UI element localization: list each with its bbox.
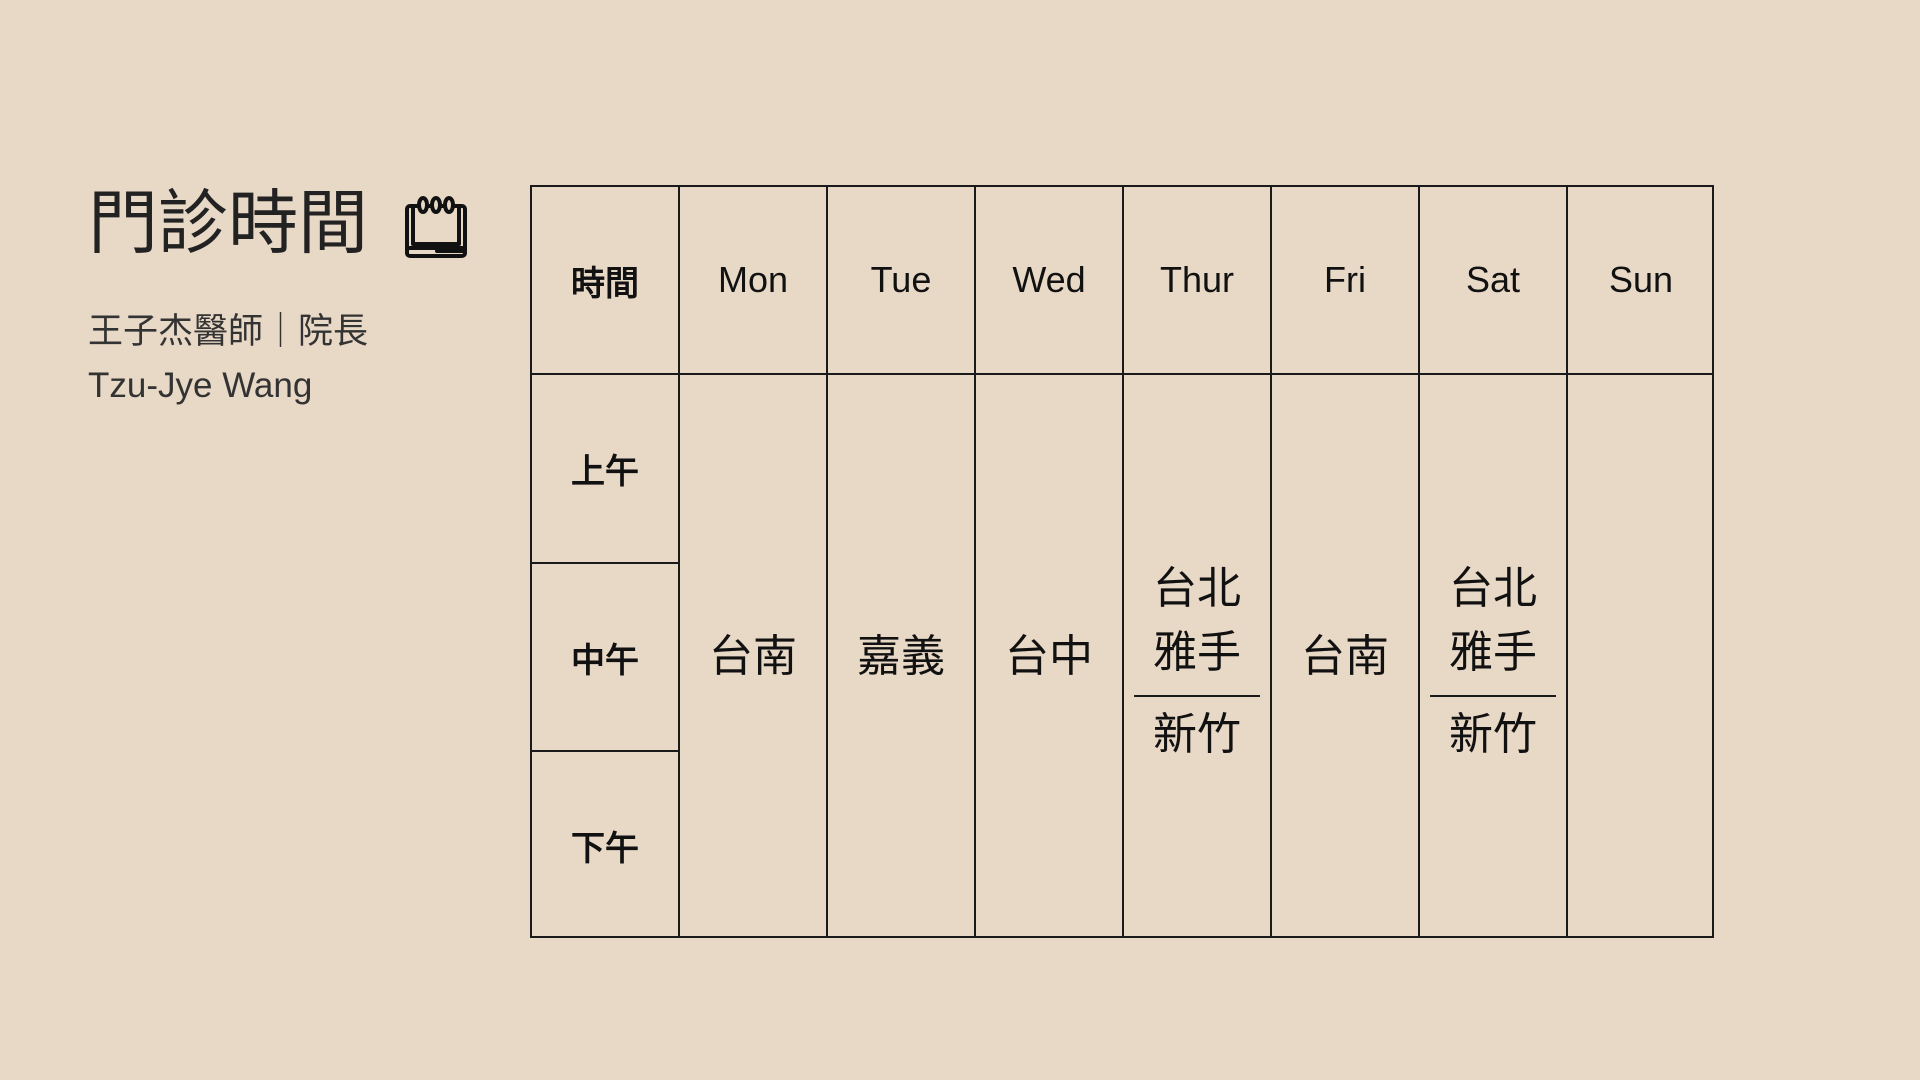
day-header-wed: Wed bbox=[1012, 259, 1086, 300]
sat-upper-line2: 雅手 bbox=[1449, 626, 1537, 678]
doctor-name-en: Tzu-Jye Wang bbox=[88, 366, 313, 405]
mon-location: 台南 bbox=[709, 630, 797, 682]
period-afternoon: 下午 bbox=[571, 828, 639, 869]
thur-lower: 新竹 bbox=[1153, 708, 1241, 760]
thur-entry: 台北 雅手 新竹 bbox=[1124, 375, 1270, 938]
wed-location: 台中 bbox=[1005, 630, 1093, 682]
day-header-thur: Thur bbox=[1159, 259, 1235, 300]
corner-header: 時間 bbox=[571, 263, 639, 304]
day-header-sun: Sun bbox=[1608, 259, 1674, 300]
day-header-mon: Mon bbox=[717, 259, 789, 300]
page-title: 門診時間 bbox=[88, 182, 368, 264]
calendar-icon bbox=[405, 196, 467, 258]
day-header-tue: Tue bbox=[870, 259, 932, 300]
sat-split-divider bbox=[1430, 694, 1556, 697]
sat-lower: 新竹 bbox=[1449, 708, 1537, 760]
day-header-sat: Sat bbox=[1465, 259, 1521, 300]
doctor-title: 王子杰醫師｜院長 bbox=[88, 312, 369, 352]
sat-entry: 台北 雅手 新竹 bbox=[1420, 375, 1566, 938]
period-noon: 中午 bbox=[571, 640, 639, 681]
thur-split-divider bbox=[1134, 694, 1260, 697]
sat-upper-line1: 台北 bbox=[1449, 562, 1537, 614]
thur-upper-line1: 台北 bbox=[1153, 562, 1241, 614]
period-morning: 上午 bbox=[571, 452, 639, 492]
fri-location: 台南 bbox=[1301, 630, 1389, 682]
day-header-fri: Fri bbox=[1324, 259, 1366, 300]
sun-location bbox=[1568, 375, 1714, 938]
thur-upper-line2: 雅手 bbox=[1153, 626, 1241, 678]
schedule-table: 時間 Mon Tue Wed Thur Fri Sat Sun 上午 中午 下午… bbox=[530, 185, 1714, 938]
tue-location: 嘉義 bbox=[857, 630, 945, 682]
